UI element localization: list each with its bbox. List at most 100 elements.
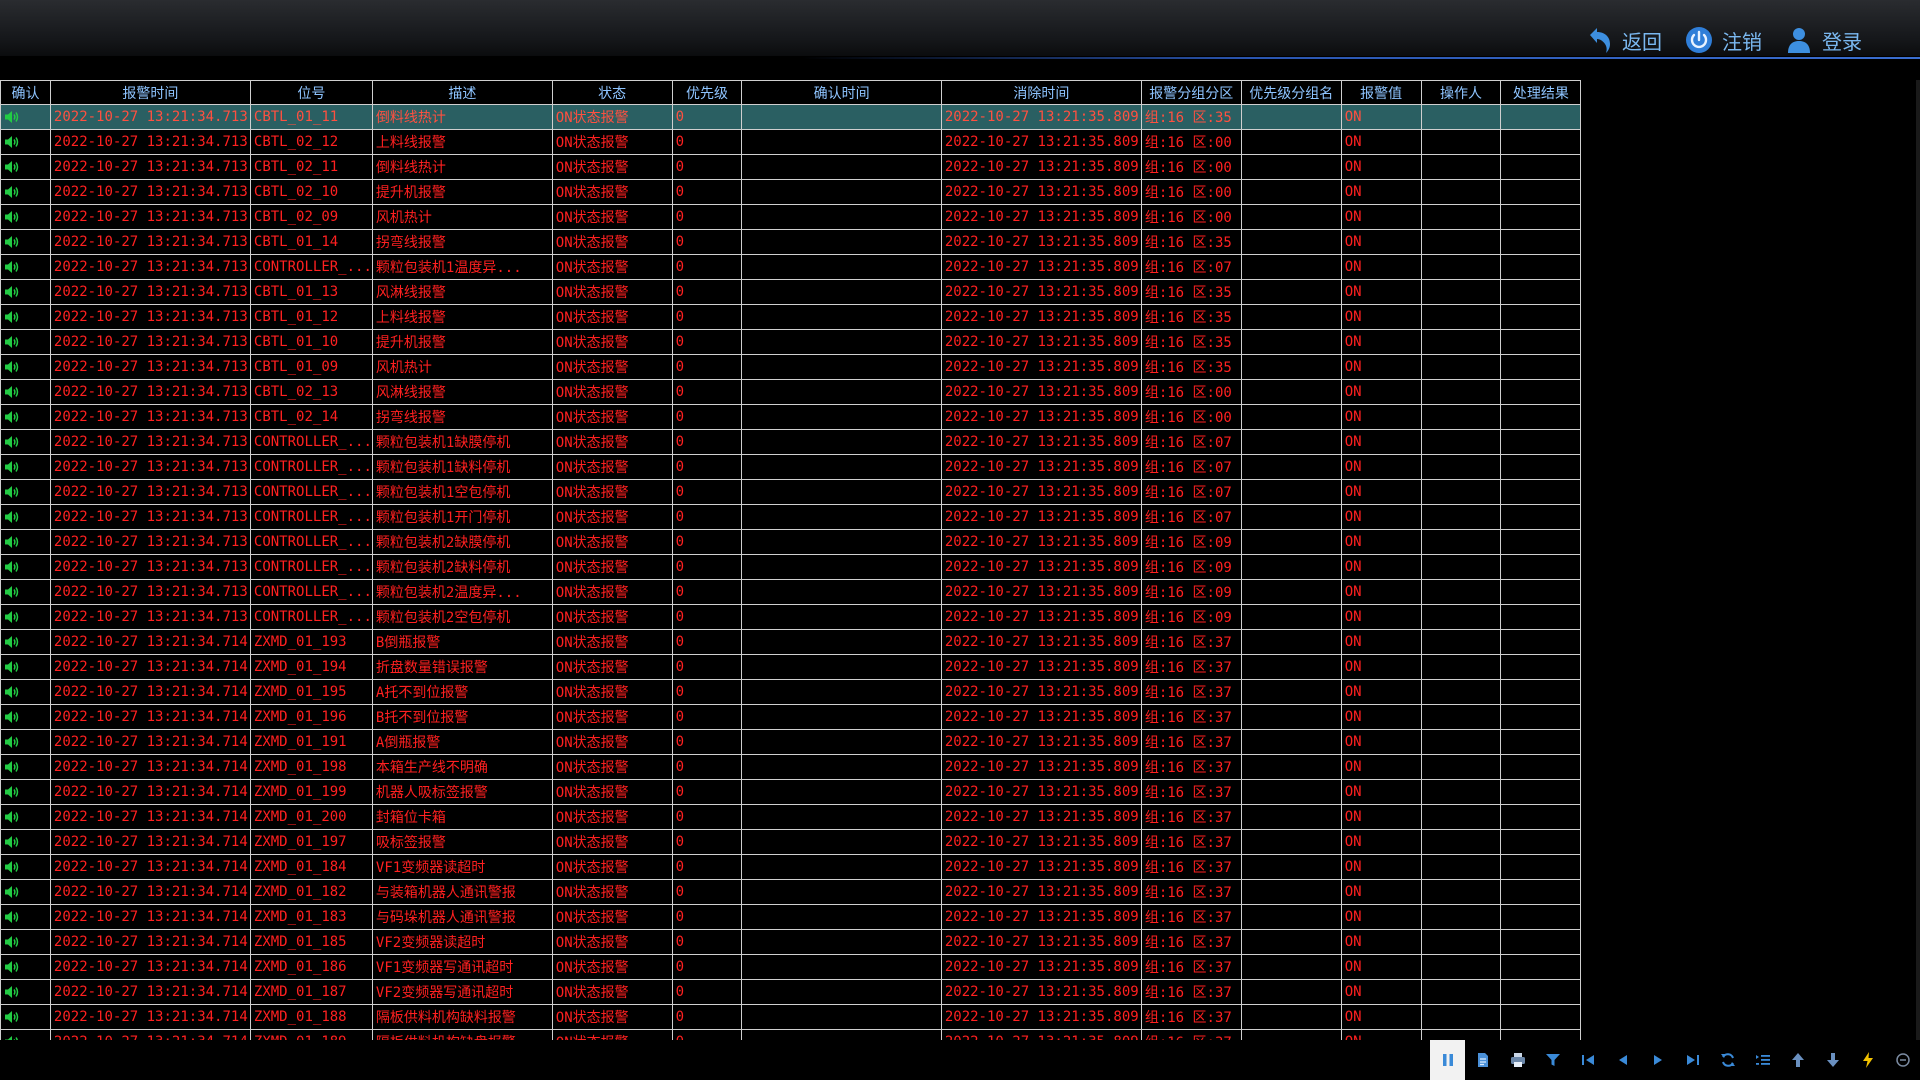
confirm-cell[interactable] [0, 579, 51, 605]
table-row[interactable]: 2022-10-27 13:21:34.714ZXMD_01_189隔板供料机构… [0, 1029, 1919, 1040]
print-button[interactable] [1500, 1040, 1535, 1080]
table-row[interactable]: 2022-10-27 13:21:34.713 CONTROLLER_... 颗粒包… [0, 429, 1919, 455]
table-row[interactable]: 2022-10-27 13:21:34.713 CONTROLLER_... 颗粒包… [0, 529, 1919, 555]
column-header-alarm-value[interactable]: 报警值 [1340, 80, 1422, 105]
confirm-cell[interactable] [0, 129, 51, 155]
table-row[interactable]: 2022-10-27 13:21:34.714 ZXMD_01_187 VF2变频器… [0, 979, 1919, 1005]
confirm-cell[interactable] [0, 729, 51, 755]
confirm-cell[interactable] [0, 379, 51, 405]
column-header-alarm-group[interactable]: 报警分组分区 [1140, 80, 1242, 105]
confirm-cell[interactable] [0, 904, 51, 930]
filter-button[interactable] [1535, 1040, 1570, 1080]
confirm-cell[interactable] [0, 154, 51, 180]
table-row[interactable]: 2022-10-27 13:21:34.714 ZXMD_01_184 VF1变频器… [0, 854, 1919, 880]
quick-action-button[interactable] [1850, 1040, 1885, 1080]
refresh-button[interactable] [1710, 1040, 1745, 1080]
confirm-cell[interactable] [0, 479, 51, 505]
table-row[interactable]: 2022-10-27 13:21:34.714 ZXMD_01_199 机器人吸标签… [0, 779, 1919, 805]
confirm-cell[interactable] [0, 429, 51, 455]
confirm-cell[interactable] [0, 704, 51, 730]
table-row[interactable]: 2022-10-27 13:21:34.713 CBTL_01_10 提升机报警 ON… [0, 329, 1919, 355]
confirm-cell[interactable] [0, 329, 51, 355]
alarm-table-container[interactable]: 确认 报警时间 位号 描述 状态 优先级 确认时间 消除时间 报警分组分区 优先级分组名 报警值 操作… [0, 80, 1919, 1040]
confirm-cell[interactable] [0, 854, 51, 880]
table-row[interactable]: 2022-10-27 13:21:34.714 ZXMD_01_188 隔板供料机构… [0, 1004, 1919, 1030]
column-header-priority[interactable]: 优先级 [671, 80, 743, 105]
table-row[interactable]: 2022-10-27 13:21:34.714 ZXMD_01_186 VF1变频器… [0, 954, 1919, 980]
table-row[interactable]: 2022-10-27 13:21:34.714 ZXMD_01_198 本箱生产线不… [0, 754, 1919, 780]
list-settings-button[interactable] [1745, 1040, 1780, 1080]
column-header-result[interactable]: 处理结果 [1500, 80, 1582, 105]
confirm-cell[interactable] [0, 954, 51, 980]
confirm-cell[interactable] [0, 604, 51, 630]
confirm-cell[interactable] [0, 304, 51, 330]
table-row[interactable]: 2022-10-27 13:21:34.714 ZXMD_01_182 与装箱机器人… [0, 879, 1919, 905]
column-header-priority-group[interactable]: 优先级分组名 [1240, 80, 1342, 105]
column-header-operator[interactable]: 操作人 [1420, 80, 1502, 105]
confirm-cell[interactable] [0, 629, 51, 655]
table-row[interactable]: 2022-10-27 13:21:34.713 CBTL_02_11 倒料线热计 ON… [0, 154, 1919, 180]
more-button[interactable] [1885, 1040, 1920, 1080]
confirm-cell[interactable] [0, 529, 51, 555]
table-row[interactable]: 2022-10-27 13:21:34.713 CBTL_02_09 风机热计 ON状… [0, 204, 1919, 230]
table-row[interactable]: 2022-10-27 13:21:34.714 ZXMD_01_195 A托不到位报… [0, 679, 1919, 705]
confirm-cell[interactable] [0, 979, 51, 1005]
confirm-cell[interactable] [0, 229, 51, 255]
table-row[interactable]: 2022-10-27 13:21:34.713 CBTL_01_11 倒料线热计 ON… [0, 104, 1919, 130]
table-row[interactable]: 2022-10-27 13:21:34.713 CBTL_01_13 风淋线报警 ON… [0, 279, 1919, 305]
confirm-cell[interactable] [0, 1004, 51, 1030]
column-header-description[interactable]: 描述 [371, 80, 553, 105]
confirm-cell[interactable] [0, 279, 51, 305]
table-row[interactable]: 2022-10-27 13:21:34.714 ZXMD_01_197 吸标签报警 O… [0, 829, 1919, 855]
table-row[interactable]: 2022-10-27 13:21:34.713 CONTROLLER_... 颗粒包… [0, 454, 1919, 480]
table-row[interactable]: 2022-10-27 13:21:34.713 CBTL_02_14 拐弯线报警 ON… [0, 404, 1919, 430]
table-row[interactable]: 2022-10-27 13:21:34.714 ZXMD_01_193 B倒瓶报警 O… [0, 629, 1919, 655]
confirm-cell[interactable] [0, 829, 51, 855]
column-header-clear-time[interactable]: 消除时间 [940, 80, 1142, 105]
table-row[interactable]: 2022-10-27 13:21:34.714 ZXMD_01_191 A倒瓶报警 O… [0, 729, 1919, 755]
table-row[interactable]: 2022-10-27 13:21:34.714 ZXMD_01_200 封箱位卡箱 O… [0, 804, 1919, 830]
column-header-state[interactable]: 状态 [551, 80, 673, 105]
table-row[interactable]: 2022-10-27 13:21:34.714 ZXMD_01_185 VF2变频器… [0, 929, 1919, 955]
table-row[interactable]: 2022-10-27 13:21:34.713 CBTL_02_12 上料线报警 ON… [0, 129, 1919, 155]
prev-page-button[interactable] [1605, 1040, 1640, 1080]
table-row[interactable]: 2022-10-27 13:21:34.714 ZXMD_01_194 折盘数量错误… [0, 654, 1919, 680]
table-row[interactable]: 2022-10-27 13:21:34.713 CBTL_01_14 拐弯线报警 ON… [0, 229, 1919, 255]
confirm-cell[interactable] [0, 354, 51, 380]
table-row[interactable]: 2022-10-27 13:21:34.713 CBTL_02_10 提升机报警 ON… [0, 179, 1919, 205]
confirm-cell[interactable] [0, 679, 51, 705]
confirm-cell[interactable] [0, 754, 51, 780]
column-header-tag[interactable]: 位号 [249, 80, 373, 105]
table-row[interactable]: 2022-10-27 13:21:34.713 CBTL_02_13 风淋线报警 ON… [0, 379, 1919, 405]
confirm-cell[interactable] [0, 654, 51, 680]
table-row[interactable]: 2022-10-27 13:21:34.713 CBTL_01_12 上料线报警 ON… [0, 304, 1919, 330]
table-row[interactable]: 2022-10-27 13:21:34.713 CONTROLLER_... 颗粒包… [0, 254, 1919, 280]
export-button[interactable] [1465, 1040, 1500, 1080]
confirm-cell[interactable] [0, 454, 51, 480]
table-row[interactable]: 2022-10-27 13:21:34.714 ZXMD_01_183 与码垛机器人… [0, 904, 1919, 930]
confirm-cell[interactable] [0, 779, 51, 805]
confirm-cell[interactable] [0, 104, 51, 130]
confirm-cell[interactable] [0, 404, 51, 430]
table-row[interactable]: 2022-10-27 13:21:34.713 CBTL_01_09 风机热计 ON状… [0, 354, 1919, 380]
confirm-cell[interactable] [0, 254, 51, 280]
first-page-button[interactable] [1570, 1040, 1605, 1080]
confirm-cell[interactable] [0, 179, 51, 205]
move-down-button[interactable] [1815, 1040, 1850, 1080]
confirm-cell[interactable] [0, 1029, 51, 1040]
column-header-alarm-time[interactable]: 报警时间 [49, 80, 251, 105]
vertical-scrollbar[interactable] [1916, 80, 1920, 1040]
confirm-cell[interactable] [0, 879, 51, 905]
confirm-cell[interactable] [0, 554, 51, 580]
column-header-ack-time[interactable]: 确认时间 [741, 80, 942, 105]
next-page-button[interactable] [1640, 1040, 1675, 1080]
column-header-confirm[interactable]: 确认 [0, 80, 51, 105]
table-row[interactable]: 2022-10-27 13:21:34.713 CONTROLLER_... 颗粒包… [0, 604, 1919, 630]
move-up-button[interactable] [1780, 1040, 1815, 1080]
login-button[interactable]: 登录 [1784, 22, 1862, 58]
pause-button[interactable] [1430, 1040, 1465, 1080]
table-row[interactable]: 2022-10-27 13:21:34.714 ZXMD_01_196 B托不到位报… [0, 704, 1919, 730]
back-button[interactable]: 返回 [1584, 22, 1662, 58]
table-row[interactable]: 2022-10-27 13:21:34.713 CONTROLLER_... 颗粒包… [0, 479, 1919, 505]
confirm-cell[interactable] [0, 929, 51, 955]
